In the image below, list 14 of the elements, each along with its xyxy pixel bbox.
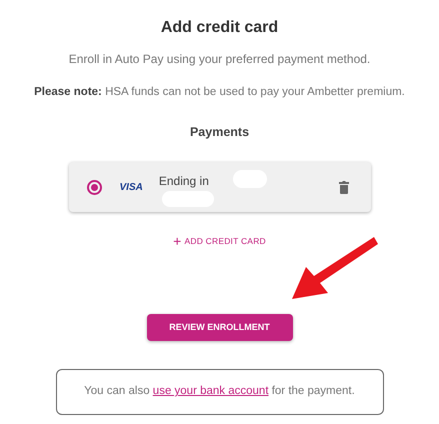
page-title: Add credit card bbox=[160, 18, 278, 38]
arrow-icon bbox=[290, 235, 380, 301]
bank-account-link[interactable]: use your bank account bbox=[152, 385, 269, 398]
payments-heading: Payments bbox=[190, 124, 250, 142]
trash-icon[interactable] bbox=[338, 181, 348, 194]
subtitle: Enroll in Auto Pay using your preferred payment method. bbox=[68, 51, 370, 68]
card-brand: VISA bbox=[120, 180, 143, 194]
review-enrollment-button[interactable]: REVIEW ENROLLMENT bbox=[146, 314, 292, 341]
bank-notice-text: You can also use your bank account for the payment. bbox=[84, 384, 355, 400]
payment-card[interactable]: VISA Ending in bbox=[68, 162, 370, 212]
add-credit-card-link[interactable]: + ADD CREDIT CARD bbox=[173, 234, 266, 248]
note: Please note: HSA funds can not be used to pay your Ambetter premium. bbox=[34, 85, 405, 100]
card-label: Ending in bbox=[158, 173, 209, 190]
radio-button[interactable] bbox=[86, 180, 102, 194]
